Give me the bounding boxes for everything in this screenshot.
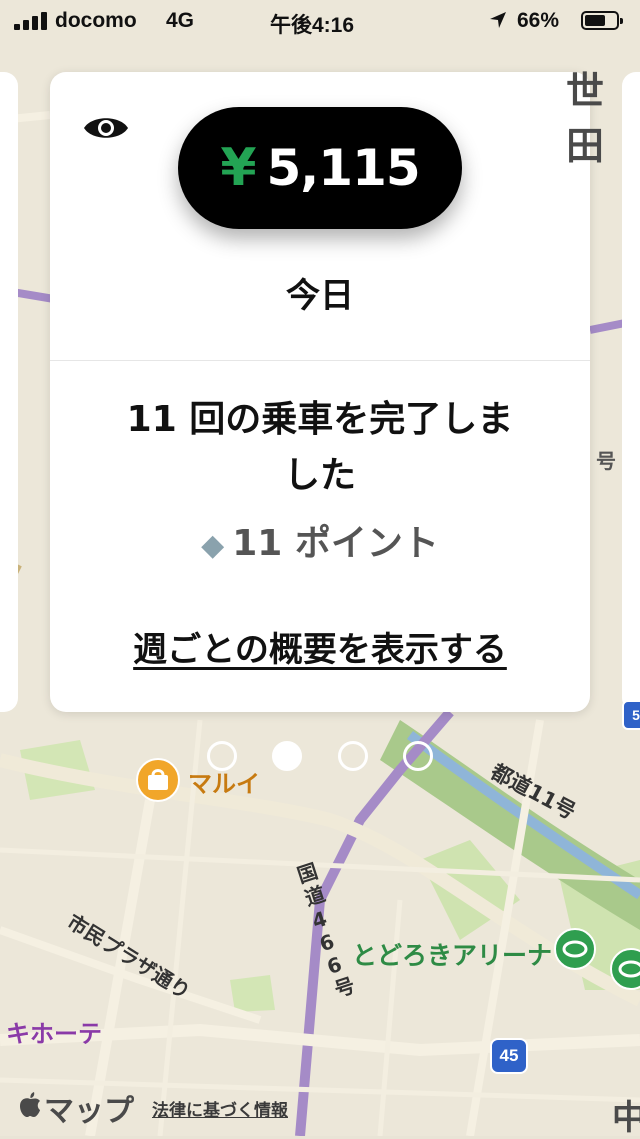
page-dot-3[interactable] xyxy=(338,741,368,771)
period-label: 今日 xyxy=(286,276,354,316)
battery-level xyxy=(585,15,605,26)
trips-completed-text: 11 回の乗車を完了しま した xyxy=(80,392,560,504)
shopping-bag-icon[interactable] xyxy=(136,758,180,802)
map-label-donki: キホーテ xyxy=(6,1020,102,1048)
maps-logo-text: マップ xyxy=(44,1094,134,1129)
trips-line-2: した xyxy=(283,455,356,496)
page-dot-4[interactable] xyxy=(403,741,433,771)
earnings-amount-button[interactable]: ¥ 5,115 xyxy=(178,107,462,229)
eye-icon[interactable] xyxy=(82,112,130,144)
map-label-naka: 中 xyxy=(612,1098,640,1138)
map-shield-5: 5 xyxy=(622,700,640,730)
trips-line-1: 11 回の乗車を完了しま xyxy=(126,399,514,440)
map-label-setagaya: 世田 xyxy=(566,69,605,168)
map-label-route-suffix: 号 xyxy=(596,449,616,473)
page-dot-2-active[interactable] xyxy=(272,741,302,771)
map-label-marui: マルイ xyxy=(188,770,260,798)
status-time: 午後4:16 xyxy=(270,14,355,37)
apple-icon xyxy=(20,1092,40,1117)
map-shield-45: 45 xyxy=(490,1038,528,1074)
diamond-icon: ◆ xyxy=(201,528,225,563)
cellular-signal-icon xyxy=(14,12,50,30)
page-indicator xyxy=(0,741,640,775)
earnings-amount: 5,115 xyxy=(266,139,421,197)
location-arrow-icon xyxy=(490,12,506,28)
legal-link[interactable]: 法律に基づく情報 xyxy=(152,1096,288,1121)
weekly-summary-link[interactable]: 週ごとの概要を表示する xyxy=(50,622,590,671)
battery-icon xyxy=(581,11,623,30)
points-text: 11 ポイント xyxy=(232,523,439,564)
stadium-icon-2[interactable] xyxy=(610,948,640,990)
currency-symbol: ¥ xyxy=(220,138,257,198)
map-label-todoroki-arena: とどろきアリーナ xyxy=(352,941,553,970)
previous-card[interactable] xyxy=(0,72,18,712)
divider xyxy=(50,360,590,361)
network-type: 4G xyxy=(166,9,195,32)
points-row: ◆ 11 ポイント xyxy=(50,514,590,566)
status-bar: docomo 4G 午後4:16 66% xyxy=(0,0,640,40)
stadium-icon[interactable] xyxy=(554,928,596,970)
carrier-name: docomo xyxy=(55,9,137,32)
earnings-card: ¥ 5,115 今日 11 回の乗車を完了しま した ◆ 11 ポイント 週ごとの… xyxy=(50,72,590,712)
battery-percent: 66% xyxy=(517,9,560,32)
